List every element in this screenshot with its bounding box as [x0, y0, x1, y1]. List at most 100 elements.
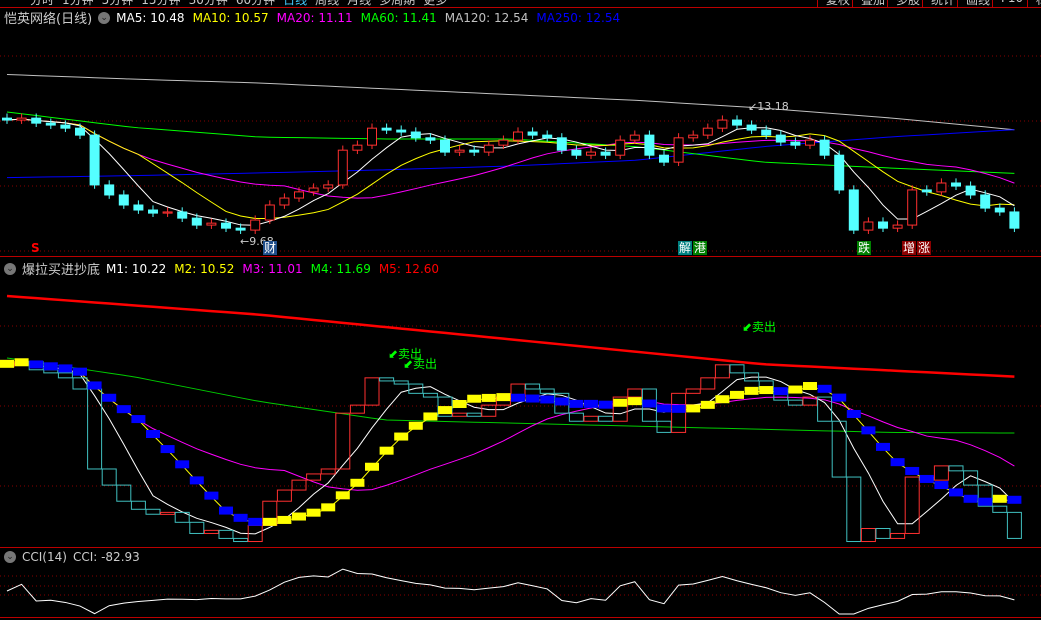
trend-block	[744, 386, 759, 395]
event-tag[interactable]: 解	[678, 241, 693, 255]
trend-block	[554, 397, 569, 406]
indicator-bar	[598, 415, 614, 422]
indicator-bar	[291, 479, 307, 491]
trend-block	[438, 406, 452, 415]
event-tag[interactable]: 增	[902, 241, 917, 255]
m5-line	[6, 294, 1015, 378]
candle	[951, 182, 961, 187]
trend-block	[846, 409, 861, 418]
trend-block	[569, 399, 584, 408]
trend-block	[102, 393, 117, 402]
high-price-marker: ↙13.18	[748, 100, 789, 113]
candle	[848, 189, 859, 231]
candle	[819, 139, 830, 156]
m-label-3: M4: 11.69	[310, 261, 371, 276]
ma-label-3: MA60: 11.41	[360, 10, 437, 25]
indicator-bar	[203, 529, 219, 534]
cci-title: CCI(14)	[22, 550, 67, 564]
divider	[0, 617, 1041, 618]
event-tag[interactable]: 财	[263, 241, 278, 255]
trend-block	[759, 386, 774, 395]
trend-block	[627, 397, 642, 406]
ma-label-5: MA250: 12.54	[536, 10, 621, 25]
m-label-2: M3: 11.01	[242, 261, 303, 276]
candle	[863, 221, 874, 231]
indicator-bar	[890, 532, 906, 539]
menu-item-5: 60分钟	[235, 0, 276, 7]
trend-block	[700, 400, 715, 409]
trend-block	[963, 494, 978, 503]
trend-block	[160, 445, 175, 454]
trend-block	[1007, 495, 1022, 504]
candle	[761, 129, 772, 136]
indicator-bar	[87, 388, 103, 470]
trend-block	[365, 462, 379, 471]
indicator-bar	[276, 489, 292, 502]
indicator-bar	[933, 465, 949, 481]
candle	[45, 122, 56, 126]
candle	[775, 134, 786, 143]
candle	[805, 139, 815, 146]
ma60-line	[6, 111, 1015, 174]
indicator-chart[interactable]: ⬋卖出⬋卖出⬋卖出	[0, 276, 1041, 546]
trend-block	[277, 515, 292, 524]
indicator-bar	[116, 484, 132, 502]
ma20-line	[6, 118, 1015, 199]
event-tag[interactable]: 涨	[917, 241, 932, 255]
menu-item-9: 多周期	[379, 0, 416, 7]
m-label-4: M5: 12.60	[378, 261, 440, 276]
trend-block	[525, 394, 540, 403]
trend-block	[817, 384, 832, 393]
dropdown-icon[interactable]: ⌄	[4, 551, 16, 563]
trend-block	[204, 491, 219, 500]
trend-block	[43, 362, 58, 371]
trend-block	[379, 446, 394, 455]
price-chart[interactable]: ↙13.18←9.68	[0, 26, 1041, 258]
event-tag[interactable]: 跌	[857, 241, 872, 255]
candle	[177, 211, 188, 219]
candle	[162, 211, 173, 214]
indicator-bar	[481, 404, 497, 417]
trend-block	[671, 404, 686, 413]
indicator-bar	[189, 521, 205, 534]
candle	[513, 131, 523, 141]
menu-item-2: 5分钟	[101, 0, 134, 7]
ma-label-1: MA10: 10.57	[192, 10, 269, 25]
trend-block	[73, 367, 87, 376]
ma250-line	[6, 129, 1015, 179]
ma-label-0: MA5: 10.48	[116, 10, 185, 25]
indicator-bar	[466, 412, 482, 417]
trend-block	[511, 393, 525, 402]
trend-block	[29, 360, 44, 369]
indicator-bar	[452, 412, 468, 417]
candle	[410, 131, 421, 139]
sell-signal: ⬋卖出	[403, 357, 437, 371]
indicator-bar	[130, 500, 146, 510]
trend-block	[394, 432, 409, 441]
toolbar-button-5[interactable]: F10	[992, 0, 1031, 7]
indicator-bar	[846, 476, 862, 543]
candle	[980, 194, 991, 209]
toolbar-button-6[interactable]: 标	[1027, 0, 1041, 7]
cci-chart[interactable]	[0, 566, 1041, 616]
trend-block	[175, 460, 190, 469]
sell-signal: ⬋卖出	[742, 320, 776, 334]
indicator-bar	[101, 468, 117, 486]
candle	[440, 139, 450, 153]
candle	[907, 189, 918, 226]
event-tag[interactable]: 港	[693, 241, 708, 255]
indicator-bar	[685, 388, 701, 394]
candle	[586, 151, 596, 156]
divider	[0, 256, 1041, 257]
dropdown-icon[interactable]: ⌄	[98, 11, 111, 24]
candle	[75, 127, 85, 136]
dropdown-icon[interactable]: ⌄	[4, 262, 16, 275]
candle	[235, 227, 246, 231]
candle	[629, 134, 640, 141]
candle	[1009, 211, 1020, 229]
trend-block	[730, 390, 744, 399]
candle	[483, 144, 494, 153]
indicator-bar	[700, 377, 716, 390]
trend-block	[0, 359, 14, 368]
trend-block	[803, 382, 817, 391]
